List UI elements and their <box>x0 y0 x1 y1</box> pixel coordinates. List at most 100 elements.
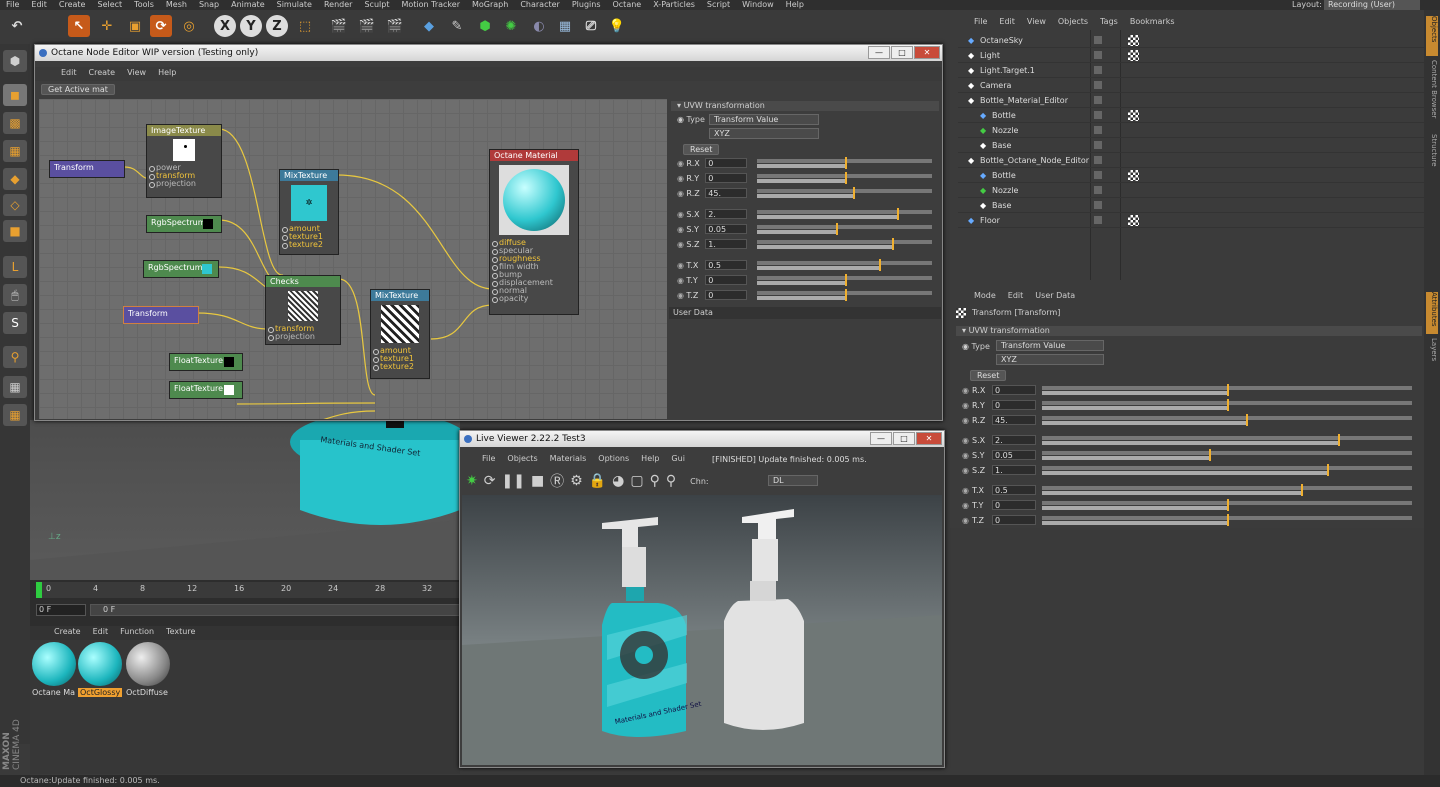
menu-item[interactable]: Sculpt <box>358 0 395 10</box>
slider-marker[interactable] <box>1227 514 1229 526</box>
menu-item[interactable]: Objects <box>501 453 543 467</box>
object-row[interactable]: ◆ Bottle <box>958 168 1424 183</box>
start-frame-field[interactable]: 0 F <box>36 604 86 616</box>
close-button[interactable]: ✕ <box>914 46 940 59</box>
menu-item[interactable]: Animate <box>225 0 271 10</box>
visibility-toggle[interactable] <box>1094 216 1102 224</box>
minimize-button[interactable]: — <box>870 432 892 445</box>
port-opacity[interactable]: opacity <box>490 295 578 303</box>
axis-mode-icon[interactable]: L <box>3 256 27 278</box>
object-name[interactable]: OctaneSky <box>980 33 1023 48</box>
tag-icon[interactable] <box>1128 35 1139 46</box>
menu-item[interactable]: Snap <box>193 0 225 10</box>
animate-keyframe-icon[interactable]: ◉ <box>962 466 972 475</box>
field-value-input[interactable]: 2. <box>992 435 1036 445</box>
field-value-input[interactable]: 1. <box>705 239 747 249</box>
menu-item[interactable]: Script <box>701 0 736 10</box>
node-octane-material[interactable]: Octane Material diffuse specular roughness… <box>489 149 579 315</box>
tweak-mode-icon[interactable]: 🖱 <box>3 284 27 306</box>
slider-marker[interactable] <box>1246 414 1248 426</box>
value-slider[interactable] <box>1042 436 1412 440</box>
material-label-2[interactable]: OctGlossy <box>78 688 123 697</box>
field-value-input[interactable]: 0.05 <box>705 224 747 234</box>
attr-uvw-header[interactable]: ▾ UVW transformation <box>956 326 1422 336</box>
render-settings-icon[interactable]: 🎬 <box>384 15 406 37</box>
field-value-input[interactable]: 0 <box>705 173 747 183</box>
node-floattexture-1[interactable]: FloatTexture <box>169 353 243 371</box>
lock-workplane-icon[interactable]: ▦ <box>3 404 27 426</box>
object-name[interactable]: Light.Target.1 <box>980 63 1035 78</box>
value-slider[interactable] <box>757 189 932 193</box>
region-render-icon[interactable]: Ⓡ <box>550 471 564 491</box>
animate-keyframe-icon[interactable]: ◉ <box>962 436 972 445</box>
get-active-mat-button[interactable]: Get Active mat <box>41 84 115 95</box>
menu-item[interactable]: Help <box>152 67 182 81</box>
tag-icon[interactable] <box>1128 170 1139 181</box>
object-row[interactable]: ◆ OctaneSky <box>958 33 1424 48</box>
close-button[interactable]: ✕ <box>916 432 942 445</box>
object-row[interactable]: ◆ Bottle_Material_Editor <box>958 93 1424 108</box>
playhead[interactable] <box>36 582 42 598</box>
slider-marker[interactable] <box>845 289 847 301</box>
visibility-toggle[interactable] <box>1094 96 1102 104</box>
attr-reset-button[interactable]: Reset <box>970 370 1007 381</box>
field-value-input[interactable]: 2. <box>705 209 747 219</box>
menu-item[interactable]: Octane <box>606 0 647 10</box>
object-row[interactable]: ◆ Base <box>958 198 1424 213</box>
object-name[interactable]: Bottle_Material_Editor <box>980 93 1068 108</box>
node-imagetexture[interactable]: ImageTexture power transform projection <box>146 124 222 198</box>
object-row[interactable]: ◆ Nozzle <box>958 183 1424 198</box>
order-dropdown[interactable]: XYZ <box>709 128 819 139</box>
node-floattexture-2[interactable]: FloatTexture <box>169 381 243 399</box>
menu-item[interactable]: Edit <box>55 67 83 81</box>
object-name[interactable]: Nozzle <box>992 183 1018 198</box>
object-name[interactable]: Light <box>980 48 1000 63</box>
value-slider[interactable] <box>757 210 932 214</box>
object-row[interactable]: ◆ Bottle <box>958 108 1424 123</box>
port-texture2[interactable]: texture2 <box>371 363 429 371</box>
animate-keyframe-icon[interactable]: ◉ <box>677 225 686 234</box>
slider-marker[interactable] <box>845 172 847 184</box>
menu-item[interactable]: Create <box>83 67 122 81</box>
slider-marker[interactable] <box>1227 399 1229 411</box>
channel-dropdown[interactable]: DL <box>768 475 818 486</box>
slider-marker[interactable] <box>892 238 894 250</box>
maximize-button[interactable]: □ <box>893 432 915 445</box>
visibility-toggle[interactable] <box>1094 201 1102 209</box>
frame-range-slider[interactable]: 0 F <box>90 604 460 616</box>
object-name[interactable]: Bottle <box>992 168 1016 183</box>
menu-item[interactable]: X-Particles <box>647 0 701 10</box>
animate-keyframe-icon[interactable]: ◉ <box>962 401 972 410</box>
points-mode-icon[interactable]: ◆ <box>3 168 27 190</box>
spline-pen-icon[interactable]: ✎ <box>446 15 468 37</box>
visibility-toggle[interactable] <box>1094 81 1102 89</box>
field-value-input[interactable]: 0.5 <box>992 485 1036 495</box>
node-transform-2[interactable]: Transform <box>123 306 199 324</box>
slider-marker[interactable] <box>853 187 855 199</box>
reset-button[interactable]: Reset <box>683 144 720 155</box>
menu-item[interactable]: File <box>968 16 993 28</box>
menu-item[interactable]: Edit <box>87 626 115 640</box>
recent-tool-icon[interactable]: ◎ <box>178 15 200 37</box>
menu-item[interactable]: Tools <box>128 0 160 10</box>
polygons-mode-icon[interactable]: ■ <box>3 220 27 242</box>
field-value-input[interactable]: 0 <box>705 275 747 285</box>
camera-icon[interactable]: ⎚ <box>580 15 602 37</box>
node-transform-1[interactable]: Transform <box>49 160 125 178</box>
node-checks[interactable]: Checks transform projection <box>265 275 341 345</box>
menu-item[interactable]: Materials <box>544 453 593 467</box>
attr-order-dropdown[interactable]: XYZ <box>996 354 1104 365</box>
object-row[interactable]: ◆ Base <box>958 138 1424 153</box>
field-value-input[interactable]: 0 <box>992 400 1036 410</box>
render-preview[interactable]: Materials and Shader Set <box>462 495 942 765</box>
port-texture2[interactable]: texture2 <box>280 241 338 249</box>
x-axis-icon[interactable]: X <box>214 15 236 37</box>
snapping-icon[interactable]: S <box>3 312 27 334</box>
value-slider[interactable] <box>1042 486 1412 490</box>
material-label-3[interactable]: OctDiffuse <box>126 688 168 697</box>
field-value-input[interactable]: 0.5 <box>705 260 747 270</box>
field-value-input[interactable]: 45. <box>705 188 747 198</box>
slider-marker[interactable] <box>1327 464 1329 476</box>
field-value-input[interactable]: 0 <box>992 385 1036 395</box>
node-mixtexture-2[interactable]: MixTexture amount texture1 texture2 <box>370 289 430 379</box>
